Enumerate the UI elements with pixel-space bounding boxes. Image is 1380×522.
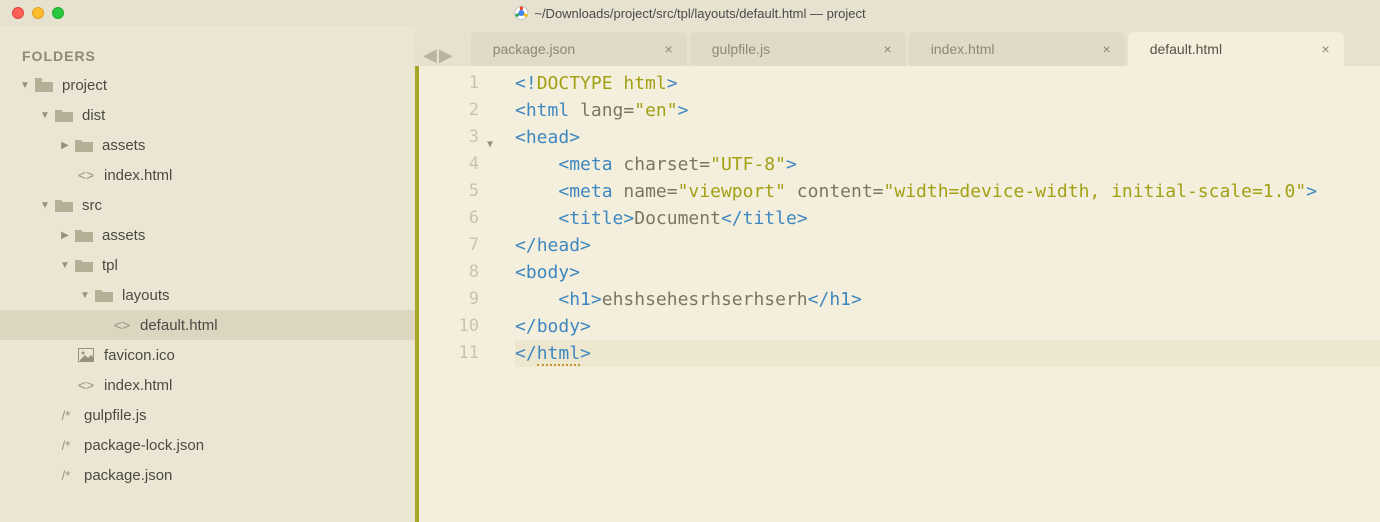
window-title-text: ~/Downloads/project/src/tpl/layouts/defa… xyxy=(534,6,865,21)
tree-item-project[interactable]: ▼project xyxy=(0,70,415,100)
tree-item-default-html[interactable]: <>default.html xyxy=(0,310,415,340)
code-area[interactable]: 1 2 3▼ 4 5 6 7 8 9 10 11 <!DOCTYPE html>… xyxy=(415,66,1380,522)
line-number: 8 xyxy=(419,259,479,286)
tree-item-tpl[interactable]: ▼tpl xyxy=(0,250,415,280)
fold-icon[interactable]: ▼ xyxy=(487,131,493,158)
close-icon[interactable]: × xyxy=(884,41,892,57)
code-file-icon: <> xyxy=(112,317,132,333)
tree-item-package-lock[interactable]: /*package-lock.json xyxy=(0,430,415,460)
window-controls xyxy=(0,7,64,19)
tab-gulpfile[interactable]: gulpfile.js× xyxy=(690,32,906,66)
folder-icon xyxy=(74,257,94,273)
nav-back-icon[interactable]: ◀ xyxy=(423,45,437,66)
tree-item-gulpfile[interactable]: /*gulpfile.js xyxy=(0,400,415,430)
line-number: 6 xyxy=(419,205,479,232)
folder-icon xyxy=(54,197,74,213)
chevron-down-icon: ▼ xyxy=(40,200,50,211)
line-number: 2 xyxy=(419,97,479,124)
js-file-icon: /* xyxy=(56,407,76,423)
chevron-down-icon: ▼ xyxy=(20,80,30,91)
close-window-button[interactable] xyxy=(12,7,24,19)
tree-item-src-assets[interactable]: ▶assets xyxy=(0,220,415,250)
tree-item-layouts[interactable]: ▼layouts xyxy=(0,280,415,310)
line-number: 11 xyxy=(419,340,479,367)
tab-index-html[interactable]: index.html× xyxy=(909,32,1125,66)
title-bar: ~/Downloads/project/src/tpl/layouts/defa… xyxy=(0,0,1380,26)
folder-icon xyxy=(94,287,114,303)
folder-icon xyxy=(54,107,74,123)
chrome-icon xyxy=(514,6,528,20)
image-file-icon xyxy=(76,347,96,363)
folder-icon xyxy=(74,227,94,243)
chevron-down-icon: ▼ xyxy=(40,110,50,121)
line-number: 1 xyxy=(419,70,479,97)
nav-forward-icon[interactable]: ▶ xyxy=(439,45,453,66)
close-icon[interactable]: × xyxy=(1103,41,1111,57)
line-number: 9 xyxy=(419,286,479,313)
minimize-window-button[interactable] xyxy=(32,7,44,19)
chevron-right-icon: ▶ xyxy=(60,230,70,241)
folder-tree: ▼project ▼dist ▶assets <>index.html ▼src… xyxy=(0,70,415,490)
close-icon[interactable]: × xyxy=(1322,41,1330,57)
tree-item-src[interactable]: ▼src xyxy=(0,190,415,220)
tab-default-html[interactable]: default.html× xyxy=(1128,32,1344,66)
line-number: 3▼ xyxy=(419,124,479,151)
code-file-icon: <> xyxy=(76,167,96,183)
chevron-right-icon: ▶ xyxy=(60,140,70,151)
line-number: 5 xyxy=(419,178,479,205)
js-file-icon: /* xyxy=(56,467,76,483)
close-icon[interactable]: × xyxy=(665,41,673,57)
tab-bar: ◀ ▶ package.json× gulpfile.js× index.htm… xyxy=(415,26,1380,66)
line-number-gutter: 1 2 3▼ 4 5 6 7 8 9 10 11 xyxy=(419,66,491,522)
tree-item-dist-index[interactable]: <>index.html xyxy=(0,160,415,190)
tree-item-dist[interactable]: ▼dist xyxy=(0,100,415,130)
tree-item-favicon[interactable]: favicon.ico xyxy=(0,340,415,370)
code-content[interactable]: <!DOCTYPE html> <html lang="en"> <head> … xyxy=(491,66,1380,522)
sidebar: FOLDERS ▼project ▼dist ▶assets <>index.h… xyxy=(0,26,415,522)
chevron-down-icon: ▼ xyxy=(60,260,70,271)
sidebar-header: FOLDERS xyxy=(0,48,415,64)
folder-icon xyxy=(34,77,54,93)
tree-item-dist-assets[interactable]: ▶assets xyxy=(0,130,415,160)
line-number: 10 xyxy=(419,313,479,340)
editor-pane: ◀ ▶ package.json× gulpfile.js× index.htm… xyxy=(415,26,1380,522)
tab-package-json[interactable]: package.json× xyxy=(471,32,687,66)
maximize-window-button[interactable] xyxy=(52,7,64,19)
code-file-icon: <> xyxy=(76,377,96,393)
tab-nav-arrows: ◀ ▶ xyxy=(423,45,453,66)
window-title: ~/Downloads/project/src/tpl/layouts/defa… xyxy=(514,6,865,21)
folder-icon xyxy=(74,137,94,153)
tree-item-package-json[interactable]: /*package.json xyxy=(0,460,415,490)
line-number: 7 xyxy=(419,232,479,259)
line-number: 4 xyxy=(419,151,479,178)
tree-item-src-index[interactable]: <>index.html xyxy=(0,370,415,400)
chevron-down-icon: ▼ xyxy=(80,290,90,301)
js-file-icon: /* xyxy=(56,437,76,453)
